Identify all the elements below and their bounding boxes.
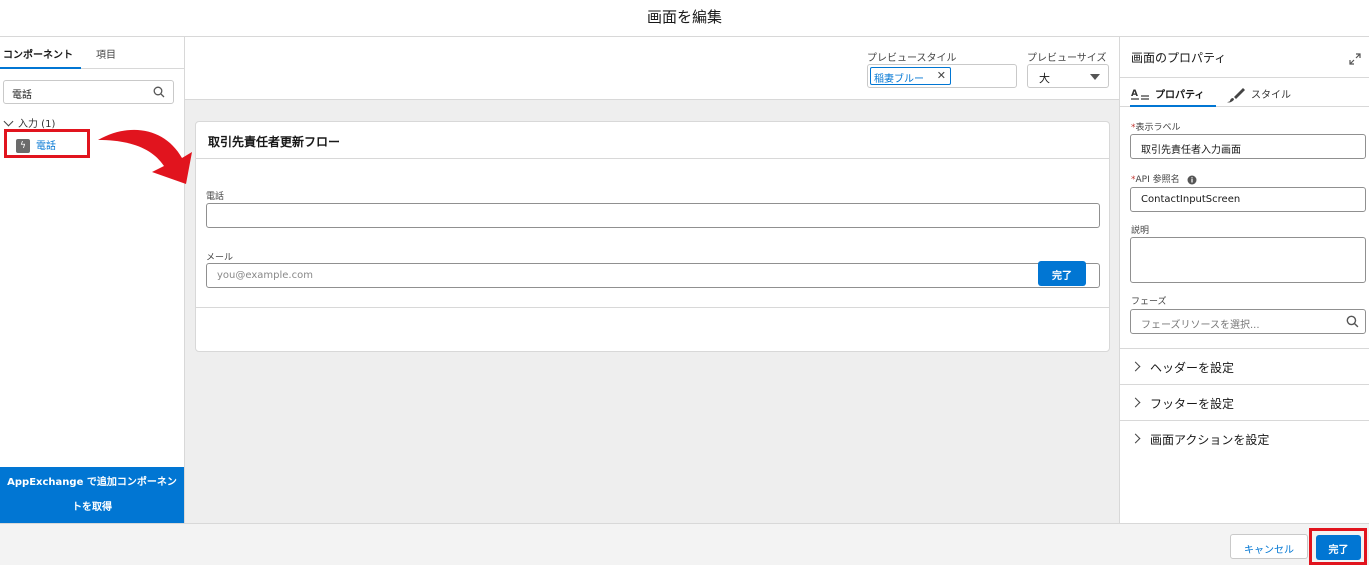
screen-done-button[interactable]: 完了 <box>1038 261 1086 286</box>
email-field-label: メール <box>206 253 234 263</box>
component-item-label: 電話 <box>36 141 56 152</box>
input-group-header[interactable]: 入力 (1) <box>3 115 55 130</box>
canvas-area: プレビュースタイル 稲妻ブルー ✕ プレビューサイズ 大 取引先責任者更新フロー… <box>185 37 1119 523</box>
screen-title: 取引先責任者更新フロー <box>208 135 341 149</box>
display-label-value: 取引先責任者入力画面 <box>1141 145 1241 156</box>
phase-label: フェーズ <box>1131 297 1167 307</box>
cancel-button[interactable]: キャンセル <box>1230 534 1308 559</box>
appexchange-label-line2: トを取得 <box>72 502 112 513</box>
screen-editor-page: 画面を編集 コンポーネント 項目 電話 入力 (1) ϟ 電話 AppExchan… <box>0 0 1369 565</box>
modal-header: 画面を編集 <box>0 0 1369 37</box>
tab-properties[interactable]: A プロパティ <box>1129 86 1217 107</box>
chevron-down-icon <box>1090 74 1100 80</box>
properties-tabs: A プロパティ スタイル <box>1120 77 1369 107</box>
description-label: 説明 <box>1131 226 1150 236</box>
annotation-arrow-icon <box>98 129 192 184</box>
email-field-input[interactable]: you@example.com <box>206 263 1100 288</box>
appexchange-button[interactable]: AppExchange で追加コンポーネン トを取得 <box>0 467 184 523</box>
properties-panel: 画面のプロパティ A プロパティ スタイル *表示ラベル 取引先責任者入力画面 … <box>1119 37 1369 523</box>
close-icon[interactable]: ✕ <box>937 69 946 82</box>
section-header-settings[interactable]: ヘッダーを設定 <box>1120 348 1369 384</box>
preview-size-label: プレビューサイズ <box>1027 53 1107 64</box>
component-tabs: コンポーネント 項目 <box>0 37 184 69</box>
display-label-label: *表示ラベル <box>1131 123 1181 133</box>
search-icon <box>1346 315 1359 328</box>
divider <box>196 307 1109 308</box>
description-textarea[interactable] <box>1130 237 1366 283</box>
api-name-input[interactable]: ContactInputScreen <box>1130 187 1366 212</box>
phone-field-label: 電話 <box>206 192 225 202</box>
svg-text:A: A <box>1131 89 1138 99</box>
component-item-phone[interactable]: ϟ 電話 <box>4 129 90 158</box>
lightning-icon: ϟ <box>16 139 30 153</box>
tab-properties-label: プロパティ <box>1155 90 1205 101</box>
tab-style-label: スタイル <box>1251 90 1291 101</box>
phone-field-input[interactable] <box>206 203 1100 228</box>
tab-components[interactable]: コンポーネント <box>0 46 81 69</box>
display-label-input[interactable]: 取引先責任者入力画面 <box>1130 134 1366 159</box>
component-panel: コンポーネント 項目 電話 入力 (1) ϟ 電話 AppExchange で追加… <box>0 37 185 523</box>
finish-button[interactable]: 完了 <box>1316 535 1361 560</box>
component-search-input[interactable]: 電話 <box>3 80 174 104</box>
api-name-value: ContactInputScreen <box>1141 194 1241 205</box>
text-format-icon: A <box>1131 89 1149 100</box>
preview-style-value: 稲妻ブルー <box>874 74 924 85</box>
finish-button-highlight: 完了 <box>1309 528 1367 565</box>
section-screen-actions[interactable]: 画面アクションを設定 <box>1120 420 1369 456</box>
section-label: フッターを設定 <box>1150 397 1235 411</box>
chevron-right-icon <box>1130 433 1141 444</box>
screen-preview-card: 取引先責任者更新フロー 電話 メール you@example.com <box>195 121 1110 352</box>
modal-title: 画面を編集 <box>646 8 722 26</box>
divider <box>196 158 1109 159</box>
info-icon[interactable] <box>1187 175 1197 185</box>
tab-fields[interactable]: 項目 <box>96 46 116 61</box>
preview-toolbar: プレビュースタイル 稲妻ブルー ✕ プレビューサイズ 大 <box>185 37 1119 100</box>
tab-style[interactable]: スタイル <box>1227 86 1291 103</box>
phase-placeholder: フェーズリソースを選択... <box>1141 320 1260 331</box>
preview-style-pill[interactable]: 稲妻ブルー ✕ <box>870 67 951 85</box>
properties-title: 画面のプロパティ <box>1131 51 1227 65</box>
chevron-right-icon <box>1130 361 1141 372</box>
section-label: ヘッダーを設定 <box>1150 361 1235 375</box>
api-name-label: *API 参照名 <box>1131 172 1197 185</box>
appexchange-label-line1: AppExchange で追加コンポーネン <box>7 477 177 488</box>
search-icon <box>153 86 165 98</box>
email-field-placeholder: you@example.com <box>217 270 313 281</box>
expand-icon[interactable] <box>1349 53 1361 65</box>
component-search-value: 電話 <box>12 90 32 101</box>
section-label: 画面アクションを設定 <box>1150 433 1270 447</box>
chevron-down-icon <box>3 116 14 127</box>
brush-icon <box>1227 88 1245 103</box>
modal-footer: キャンセル 完了 <box>0 523 1369 565</box>
preview-size-value: 大 <box>1039 72 1050 85</box>
preview-size-select[interactable]: 大 <box>1027 64 1109 88</box>
chevron-right-icon <box>1130 397 1141 408</box>
preview-style-label: プレビュースタイル <box>867 53 957 64</box>
section-footer-settings[interactable]: フッターを設定 <box>1120 384 1369 420</box>
preview-style-select[interactable]: 稲妻ブルー ✕ <box>867 64 1017 88</box>
phase-search-input[interactable]: フェーズリソースを選択... <box>1130 309 1366 334</box>
